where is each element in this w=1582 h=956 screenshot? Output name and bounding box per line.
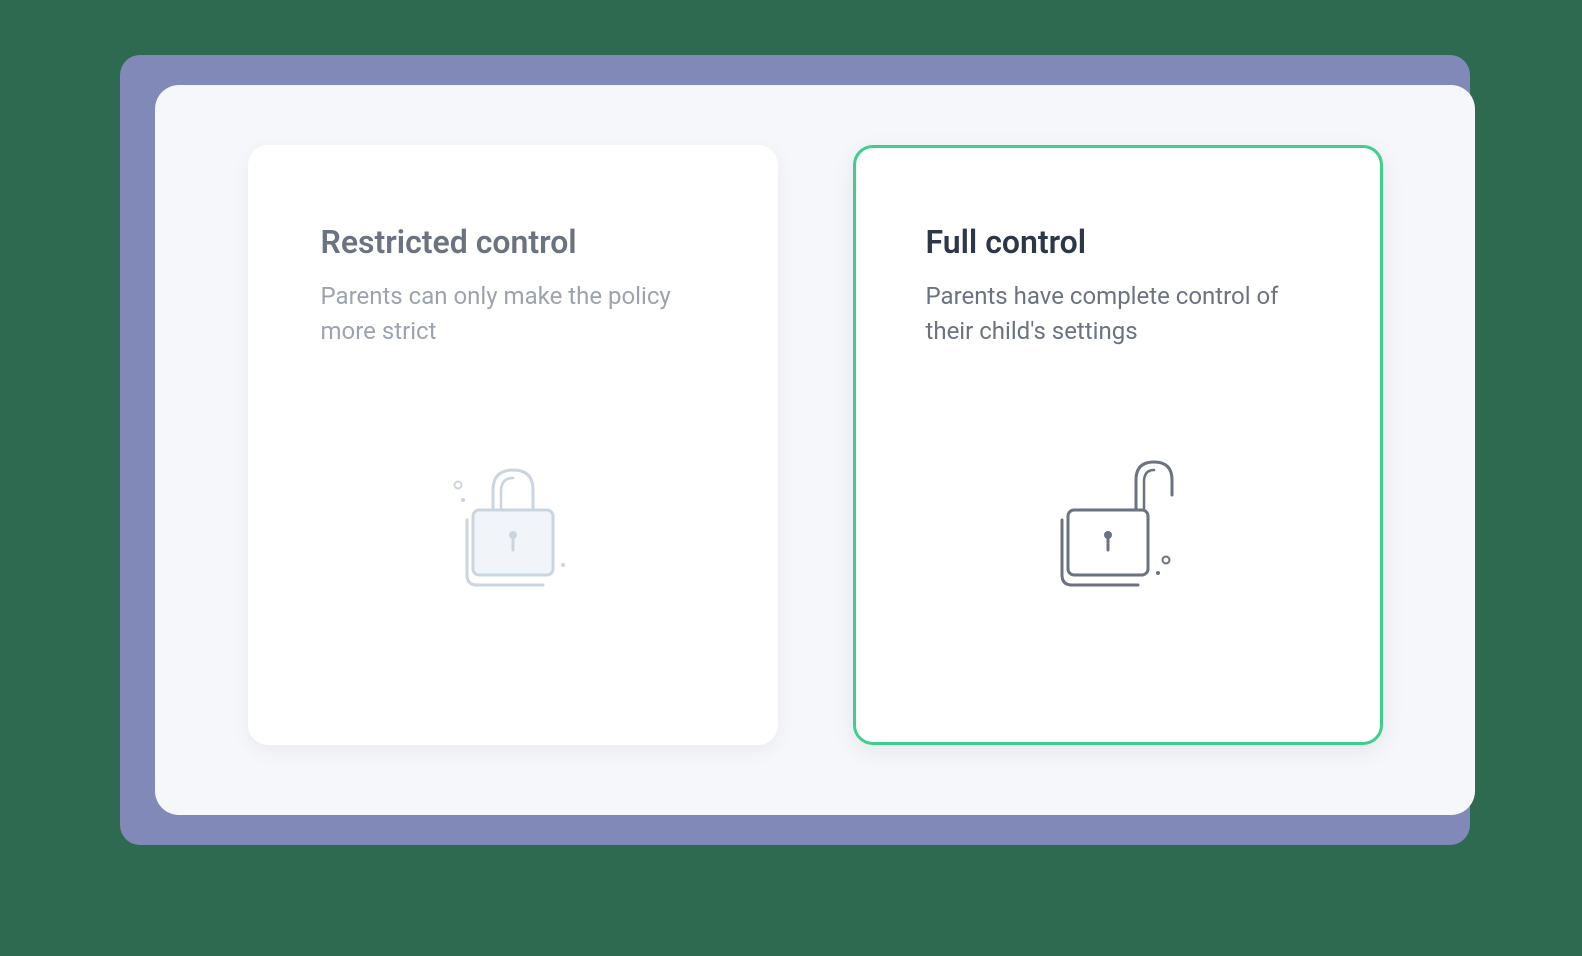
full-title: Full control	[926, 223, 1310, 261]
restricted-description: Parents can only make the policy more st…	[321, 279, 705, 349]
full-description: Parents have complete control of their c…	[926, 279, 1310, 349]
lock-closed-icon	[321, 369, 705, 692]
full-control-card[interactable]: Full control Parents have complete contr…	[853, 145, 1383, 745]
lock-open-icon	[926, 369, 1310, 692]
restricted-title: Restricted control	[321, 223, 705, 261]
restricted-control-card[interactable]: Restricted control Parents can only make…	[248, 145, 778, 745]
control-options-panel: Restricted control Parents can only make…	[155, 85, 1475, 815]
